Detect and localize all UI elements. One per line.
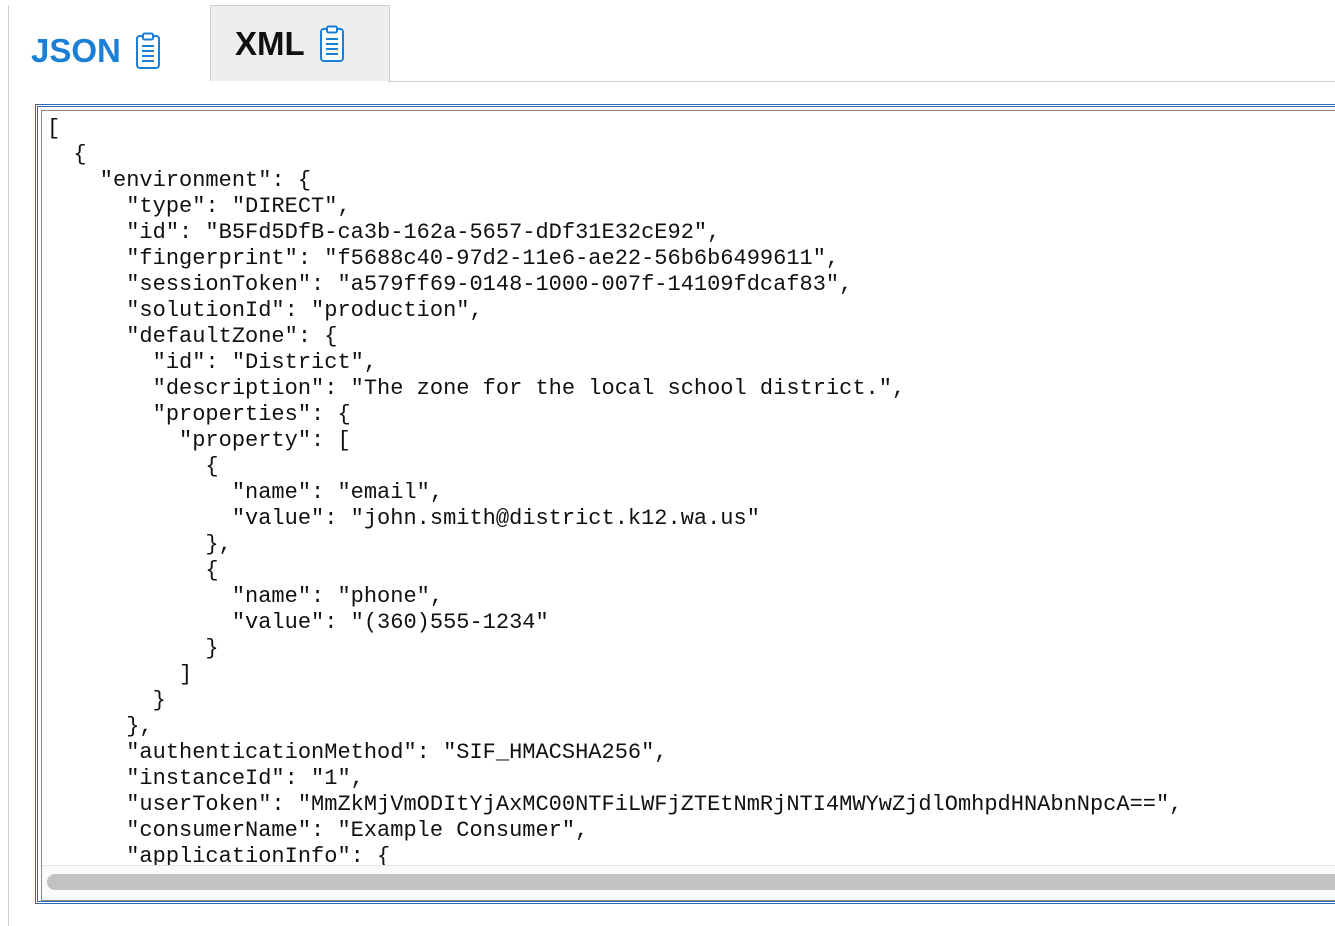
tab-divider (388, 81, 1335, 82)
clipboard-icon[interactable] (135, 32, 161, 70)
tab-xml[interactable]: XML (210, 5, 390, 81)
editor-viewport: [ { "environment": { "type": "DIRECT", "… (41, 110, 1335, 901)
code-line: "id": "B5Fd5DfB-ca3b-162a-5657-dDf31E32c… (47, 220, 721, 245)
code-line: "solutionId": "production", (47, 298, 483, 323)
code-line: "defaultZone": { (47, 324, 338, 349)
code-line: { (47, 558, 219, 583)
horizontal-scrollbar[interactable] (42, 865, 1335, 900)
code-line: "consumerName": "Example Consumer", (47, 818, 589, 843)
json-code-editor[interactable]: [ { "environment": { "type": "DIRECT", "… (35, 104, 1335, 904)
code-line: "description": "The zone for the local s… (47, 376, 906, 401)
code-line: { (47, 142, 87, 167)
panel-left-border (8, 95, 9, 926)
code-line: } (47, 636, 219, 661)
code-line: "properties": { (47, 402, 351, 427)
code-line: [ (47, 116, 61, 141)
code-line: "value": "(360)555-1234" (47, 610, 549, 635)
code-line: "type": "DIRECT", (47, 194, 351, 219)
code-line: "fingerprint": "f5688c40-97d2-11e6-ae22-… (47, 246, 840, 271)
code-line: "userToken": "MmZkMjVmODItYjAxMC00NTFiLW… (47, 792, 1183, 817)
scrollbar-thumb[interactable] (47, 874, 1335, 890)
code-line: "value": "john.smith@district.k12.wa.us" (47, 506, 760, 531)
code-line: }, (47, 714, 153, 739)
code-line: "environment": { (47, 168, 312, 193)
code-line: { (47, 454, 219, 479)
code-line: "id": "District", (47, 350, 378, 375)
code-line: "instanceId": "1", (47, 766, 364, 791)
tab-xml-label: XML (235, 24, 305, 62)
code-line: } (47, 688, 166, 713)
code-line: "sessionToken": "a579ff69-0148-1000-007f… (47, 272, 853, 297)
clipboard-icon[interactable] (319, 25, 345, 63)
code-content[interactable]: [ { "environment": { "type": "DIRECT", "… (42, 111, 1335, 870)
code-line: ] (47, 662, 193, 687)
code-line: }, (47, 532, 232, 557)
code-line: "name": "email", (47, 480, 444, 505)
code-line: "property": [ (47, 428, 351, 453)
tab-json[interactable]: JSON (8, 5, 210, 95)
tab-json-label: JSON (31, 31, 121, 69)
code-line: "name": "phone", (47, 584, 444, 609)
code-line: "authenticationMethod": "SIF_HMACSHA256"… (47, 740, 668, 765)
